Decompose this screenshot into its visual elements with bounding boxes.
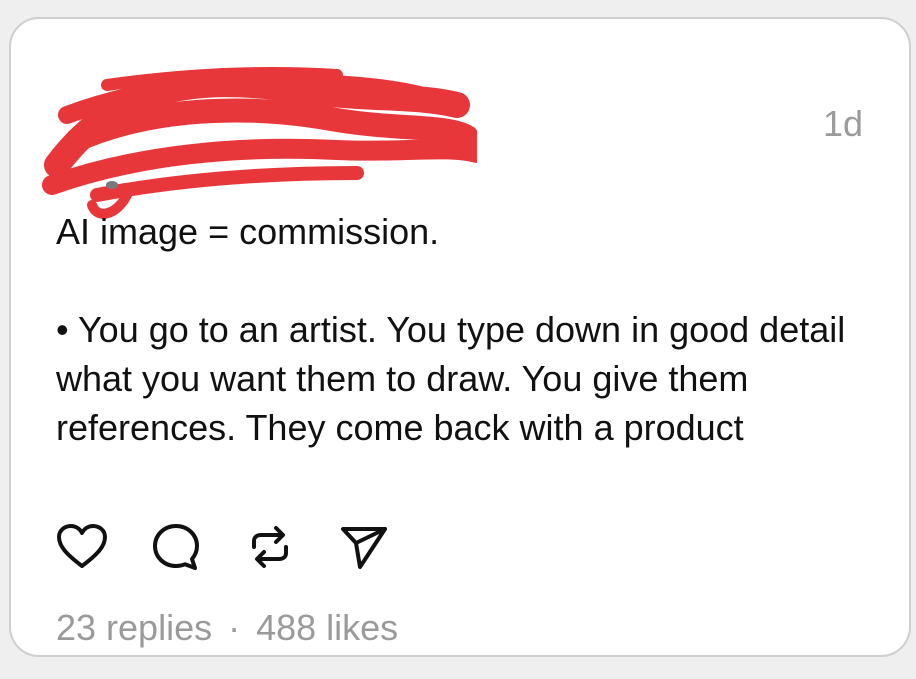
post-bullet-paragraph: • You go to an artist. You type down in … bbox=[56, 305, 876, 452]
bullet-symbol: • bbox=[56, 309, 69, 350]
likes-count[interactable]: 488 likes bbox=[256, 607, 398, 648]
replies-count[interactable]: 23 replies bbox=[56, 607, 212, 648]
bullet-text: You go to an artist. You type down in go… bbox=[56, 309, 846, 448]
post-stats: 23 replies · 488 likes bbox=[56, 607, 398, 649]
stats-separator: · bbox=[228, 607, 241, 648]
heart-icon[interactable] bbox=[55, 521, 109, 573]
repost-icon[interactable] bbox=[243, 521, 297, 573]
post-headline: AI image = commission. bbox=[56, 211, 440, 252]
redaction-scribble bbox=[42, 67, 477, 219]
post-actions bbox=[55, 521, 391, 573]
share-icon[interactable] bbox=[337, 521, 391, 573]
post-timestamp: 1d bbox=[822, 103, 863, 144]
comment-icon[interactable] bbox=[149, 521, 203, 573]
post-body[interactable]: AI image = commission. • You go to an ar… bbox=[56, 207, 876, 475]
post-card[interactable]: 1d AI image = commission. • You go to an… bbox=[9, 17, 911, 657]
